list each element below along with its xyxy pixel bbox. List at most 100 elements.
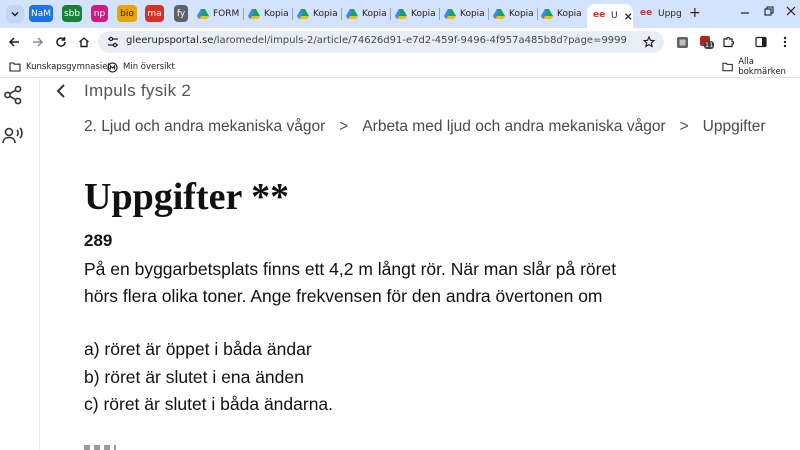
- browser-tab[interactable]: Kopia: [346, 4, 390, 24]
- url-text: gleerupsportal.se/laromedel/impuls-2/art…: [126, 35, 627, 46]
- speaker-person-icon: [2, 127, 23, 144]
- menu-button[interactable]: [776, 33, 794, 51]
- tab-title: Kopia: [557, 9, 582, 19]
- bookmark-item[interactable]: Kunskapsgymnasiet: [9, 60, 111, 74]
- tab-title: Kopia: [313, 9, 338, 19]
- tab-title: Uppg: [658, 9, 682, 19]
- task-option: a) röret är öppet i båda ändar: [84, 339, 312, 359]
- chevron-down-icon: [11, 11, 19, 17]
- site-logo-icon: [107, 61, 118, 73]
- bookmark-label: Min översikt: [123, 62, 175, 72]
- folder-icon: [722, 62, 733, 72]
- side-panel-button[interactable]: [752, 33, 770, 51]
- window-close-icon[interactable]: [786, 6, 796, 16]
- site-info-icon[interactable]: [107, 36, 119, 48]
- all-bookmarks-button[interactable]: Alla bokmärken: [722, 57, 800, 77]
- side-rail: [0, 79, 40, 450]
- new-tab-button[interactable]: +: [689, 5, 701, 21]
- task-number: 289: [84, 231, 113, 250]
- forward-button[interactable]: [29, 33, 47, 51]
- address-bar[interactable]: gleerupsportal.se/laromedel/impuls-2/art…: [98, 31, 664, 53]
- breadcrumb-separator: >: [679, 118, 689, 135]
- extension-app-icon: [676, 36, 688, 48]
- tab-strip: NaM sbb np bio ma fy FORM Kopia Kopia Ko…: [0, 0, 800, 28]
- arrow-right-icon: [33, 37, 44, 47]
- tab-title: Kopia: [411, 9, 436, 19]
- drive-icon: [248, 9, 260, 19]
- reload-icon: [56, 37, 66, 47]
- browser-tab[interactable]: ee Uppg: [640, 4, 686, 24]
- tab-group-chip[interactable]: fy: [174, 5, 188, 22]
- home-button[interactable]: [75, 33, 93, 51]
- tab-divider: [390, 8, 391, 20]
- reload-button[interactable]: [52, 33, 70, 51]
- tab-title: Kopia: [509, 9, 534, 19]
- tab-group-chip[interactable]: sbb: [62, 5, 82, 22]
- extension-badge: 11: [704, 41, 715, 49]
- tab-group-chip[interactable]: bio: [117, 5, 137, 22]
- kebab-menu-icon: [783, 36, 787, 48]
- breadcrumb-item-current: Uppgifter: [702, 118, 766, 135]
- chevron-left-icon[interactable]: [53, 83, 69, 99]
- browser-tab[interactable]: Kopia: [541, 4, 585, 24]
- url-path: /laromedel/impuls-2/article/74626d91-e7d…: [213, 35, 627, 46]
- share-icon: [4, 85, 22, 105]
- tab-group-chip[interactable]: NaM: [29, 5, 53, 22]
- next-task-number-cutoff: [84, 445, 116, 450]
- tab-group-chip[interactable]: ma: [145, 5, 164, 22]
- extension-button[interactable]: [673, 33, 691, 51]
- tab-title: FORM: [213, 9, 240, 19]
- tab-search-button[interactable]: [6, 5, 24, 23]
- tab-divider: [439, 8, 440, 20]
- side-panel-icon: [755, 36, 767, 48]
- task-line: hörs flera olika toner. Ange frekvensen …: [84, 286, 603, 306]
- share-button[interactable]: [2, 84, 24, 106]
- tab-title: U: [611, 11, 618, 21]
- read-aloud-button[interactable]: [2, 124, 24, 146]
- bookmark-item[interactable]: Min översikt: [107, 60, 175, 74]
- task-option: b) röret är slutet i ena änden: [84, 366, 304, 387]
- restore-icon[interactable]: [764, 6, 774, 16]
- book-title[interactable]: Impuls fysik 2: [84, 81, 191, 101]
- tab-divider: [488, 8, 489, 20]
- breadcrumb-item[interactable]: Arbeta med ljud och andra mekaniska vågo…: [362, 118, 665, 135]
- home-icon: [79, 37, 89, 48]
- drive-icon: [444, 9, 456, 19]
- drive-icon: [197, 9, 209, 19]
- tab-group-chip[interactable]: np: [91, 5, 108, 22]
- task-line: På en byggarbetsplats finns ett 4,2 m lå…: [84, 259, 617, 279]
- browser-tab[interactable]: Kopia: [297, 4, 341, 24]
- extension-button[interactable]: 11: [697, 33, 715, 51]
- browser-tab[interactable]: FORM: [197, 4, 241, 24]
- url-host: gleerupsportal.se: [126, 35, 214, 46]
- drive-icon: [541, 9, 553, 19]
- breadcrumb-item[interactable]: 2. Ljud och andra mekaniska vågor: [84, 118, 325, 135]
- article-content: Impuls fysik 2 2. Ljud och andra mekanis…: [41, 79, 800, 450]
- bookmark-label: Kunskapsgymnasiet: [26, 62, 111, 72]
- browser-tab[interactable]: Kopia: [395, 4, 439, 24]
- close-icon[interactable]: [624, 12, 633, 21]
- extensions-menu-button[interactable]: [719, 33, 737, 51]
- tab-title: Kopia: [264, 9, 289, 19]
- browser-tab[interactable]: Kopia: [248, 4, 292, 24]
- gleerups-icon: ee: [640, 8, 653, 18]
- browser-tab[interactable]: Kopia: [444, 4, 488, 24]
- task-option: c) röret är slutet i båda ändarna.: [84, 394, 334, 414]
- star-icon[interactable]: [643, 36, 655, 48]
- tab-divider: [292, 8, 293, 20]
- drive-icon: [346, 9, 358, 19]
- browser-toolbar: gleerupsportal.se/laromedel/impuls-2/art…: [0, 28, 800, 56]
- back-button[interactable]: [5, 33, 23, 51]
- arrow-left-icon: [8, 37, 19, 47]
- bookmarks-bar: Kunskapsgymnasiet Min översikt Alla bokm…: [0, 56, 800, 78]
- task-options: a) röret är öppet i båda ändar b) röret …: [84, 336, 333, 419]
- tab-title: Kopia: [460, 9, 485, 19]
- browser-tab-active[interactable]: ee U: [587, 4, 633, 28]
- browser-tab[interactable]: Kopia: [493, 4, 537, 24]
- tab-divider: [341, 8, 342, 20]
- task-description: På en byggarbetsplats finns ett 4,2 m lå…: [84, 256, 784, 310]
- drive-icon: [297, 9, 309, 19]
- minimize-icon[interactable]: [740, 8, 750, 18]
- page-title: Uppgifter **: [84, 176, 290, 218]
- folder-icon: [9, 62, 21, 72]
